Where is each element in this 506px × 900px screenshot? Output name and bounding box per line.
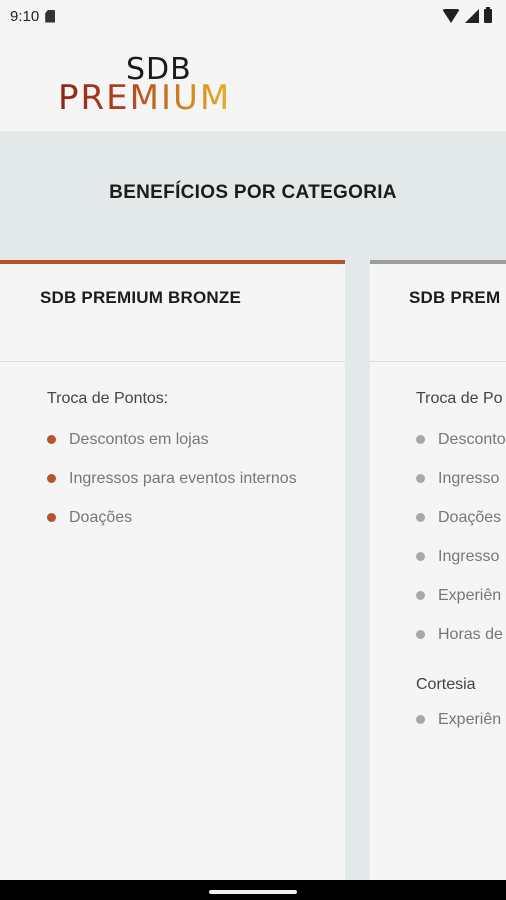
logo-text-bottom: PREMIUM (58, 78, 232, 118)
status-time: 9:10 (10, 7, 40, 25)
bullet-icon (47, 513, 56, 522)
benefit-label: Ingresso (438, 547, 500, 565)
sd-card-icon (45, 9, 56, 23)
benefit-item: Experiên PREMIUN (416, 706, 506, 733)
battery-icon (484, 7, 492, 23)
status-right (442, 7, 492, 23)
benefit-item: Ingresso (416, 537, 506, 576)
category-banner: BENEFÍCIOS POR CATEGORIA (0, 131, 506, 258)
benefit-label: Ingressos para eventos internos (69, 469, 297, 487)
bullet-icon (47, 474, 56, 483)
benefit-item: Horas de (416, 615, 506, 654)
home-gesture-handle[interactable] (209, 890, 297, 894)
status-left: 9:10 (10, 7, 56, 25)
category-card-bronze[interactable]: SDB PREMIUM BRONZE Troca de Pontos: Desc… (0, 260, 345, 880)
benefit-item: Desconto (416, 420, 506, 459)
category-card-next[interactable]: SDB PREM Troca de Po Desconto Ingresso D… (370, 260, 506, 880)
benefit-section: Cortesia Experiên PREMIUN (370, 654, 506, 733)
bullet-icon (416, 591, 425, 600)
cell-signal-icon (465, 9, 479, 23)
app-header: SDB PREMIUM (0, 32, 506, 131)
section-title: Cortesia (416, 676, 476, 693)
category-carousel[interactable]: SDB PREMIUM BRONZE Troca de Pontos: Desc… (0, 258, 506, 880)
bullet-icon (416, 474, 425, 483)
system-nav-bar (0, 880, 506, 900)
card-header: SDB PREM (370, 264, 506, 362)
bullet-icon (47, 435, 56, 444)
bullet-icon (416, 552, 425, 561)
benefit-label: Doações (438, 508, 502, 526)
sdb-premium-logo: SDB PREMIUM (58, 52, 278, 118)
bullet-icon (416, 513, 425, 522)
bullet-icon (416, 435, 425, 444)
benefit-section: Troca de Pontos: Descontos em lojas Ingr… (0, 362, 345, 537)
card-title: SDB PREMIUM BRONZE (40, 288, 241, 307)
status-bar: 9:10 (0, 0, 506, 32)
benefit-label: Descontos em lojas (69, 430, 209, 448)
benefit-item: Doações (416, 498, 506, 537)
benefit-label: Ingresso (438, 469, 500, 487)
benefit-item: Descontos em lojas (47, 420, 345, 459)
page-title: BENEFÍCIOS POR CATEGORIA (109, 181, 397, 203)
benefit-item: Experiên (416, 576, 506, 615)
benefit-label: Desconto (438, 430, 506, 448)
benefit-label: Experiên (438, 586, 502, 604)
card-header: SDB PREMIUM BRONZE (0, 264, 345, 362)
card-title: SDB PREM (409, 288, 501, 307)
wifi-icon (442, 9, 460, 23)
benefit-item: Ingresso (416, 459, 506, 498)
bullet-icon (416, 630, 425, 639)
benefit-item: Doações (47, 498, 345, 537)
section-title: Troca de Pontos: (47, 390, 169, 407)
benefit-label: Experiên PREMIUN (438, 711, 506, 728)
section-title: Troca de Po (416, 390, 503, 407)
benefit-label: Doações (69, 508, 133, 526)
benefit-item: Ingressos para eventos internos (47, 459, 345, 498)
benefit-label: Horas de (438, 625, 503, 643)
benefit-section: Troca de Po Desconto Ingresso Doações In… (370, 362, 506, 654)
bullet-icon (416, 715, 425, 724)
